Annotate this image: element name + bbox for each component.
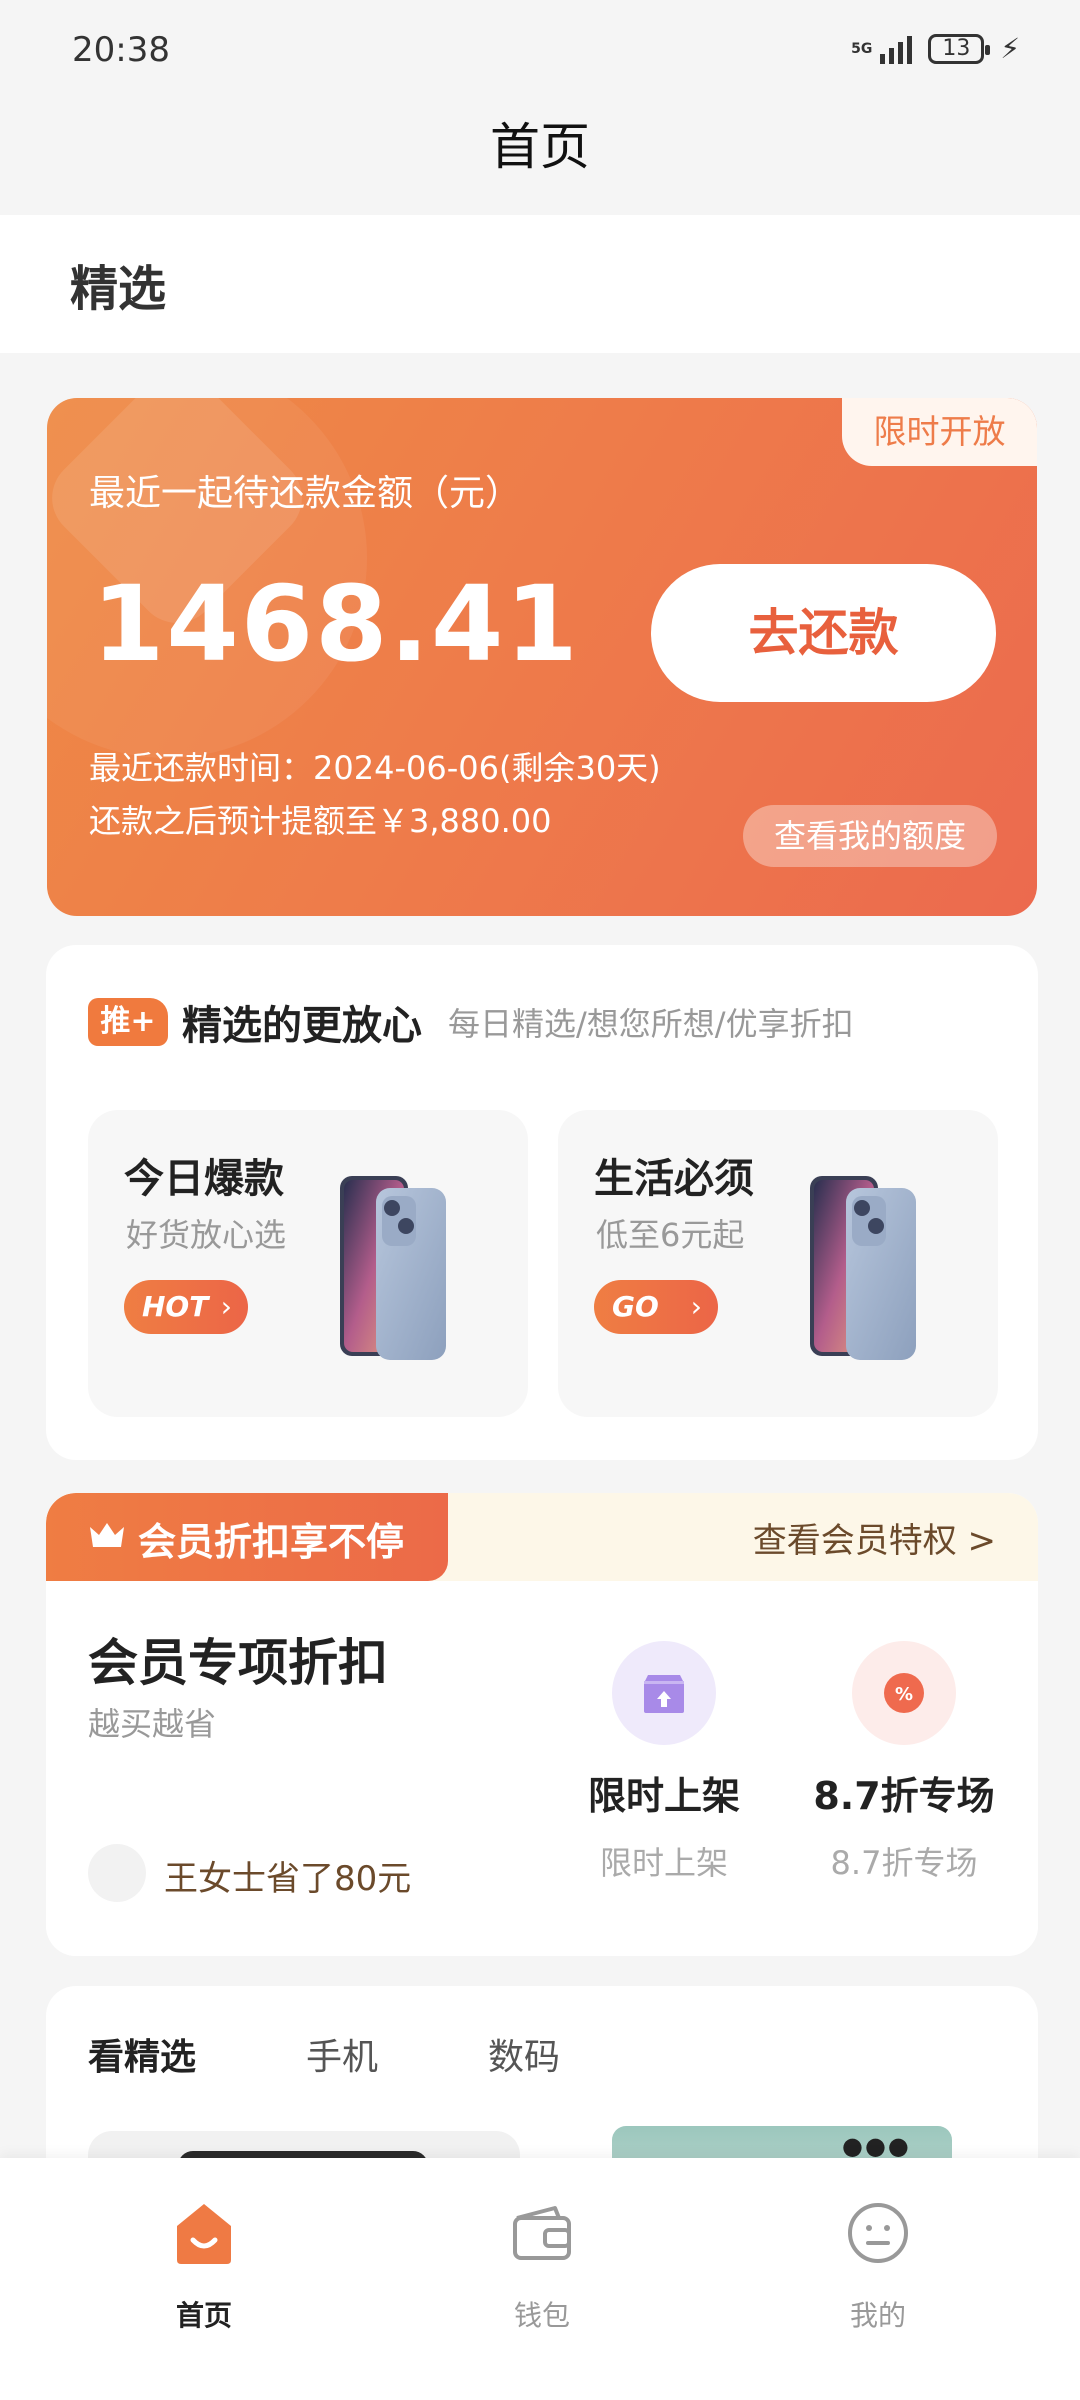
member-discount-title: 会员专项折扣 <box>88 1634 388 1692</box>
title-bar: 首页 <box>0 100 1080 215</box>
wallet-icon <box>513 2206 571 2260</box>
pick-item-life[interactable]: 生活必须 低至6元起 GO › <box>558 1110 998 1417</box>
browse-tabs: 看精选 手机 数码 <box>88 2028 560 2080</box>
recommend-badge: 推+ <box>88 998 168 1046</box>
svg-text:%: % <box>895 1684 913 1705</box>
chevron-right-icon: › <box>220 1290 232 1323</box>
upload-icon <box>612 1641 716 1745</box>
pick-item-subtitle: 好货放心选 <box>126 1216 287 1254</box>
hot-button[interactable]: HOT › <box>124 1280 248 1334</box>
repay-amount: 1468.41 <box>92 563 580 685</box>
page-title: 首页 <box>490 118 590 176</box>
nav-item-profile[interactable]: 我的 <box>798 2198 958 2334</box>
camera-dots: ●●● <box>842 2132 911 2160</box>
bottom-nav: 首页 钱包 我的 <box>0 2158 1080 2400</box>
crown-icon <box>90 1523 124 1547</box>
picks-header: 推+ 精选的更放心 每日精选/想您所想/优享折扣 <box>88 993 854 1051</box>
member-discount-subtitle: 越买越省 <box>88 1705 217 1743</box>
status-icons: 5G 13 ⚡ <box>851 32 1020 65</box>
repay-due-date: 最近还款时间：2024-06-06(剩余30天) <box>89 749 661 787</box>
picks-subtitle: 每日精选/想您所想/优享折扣 <box>448 1005 854 1043</box>
nav-item-home[interactable]: 首页 <box>124 2198 284 2334</box>
discount-icon: % <box>852 1641 956 1745</box>
nav-label: 首页 <box>175 2299 232 2332</box>
repay-button[interactable]: 去还款 <box>651 564 996 702</box>
feature-subtitle: 8.7折专场 <box>830 1844 978 1882</box>
section-header: 精选 <box>0 215 1080 353</box>
pill-label: HOT <box>142 1290 209 1323</box>
phone-image <box>810 1176 916 1360</box>
tab-featured[interactable]: 看精选 <box>88 2028 196 2080</box>
view-member-privileges-link[interactable]: 查看会员特权 > <box>753 1513 996 1562</box>
view-quota-button[interactable]: 查看我的额度 <box>743 805 997 867</box>
repayment-card: 限时开放 最近一起待还款金额（元） 1468.41 去还款 最近还款时间：202… <box>47 398 1037 916</box>
pick-item-title: 生活必须 <box>594 1156 754 1202</box>
feature-limited-listing[interactable]: 限时上架 限时上架 <box>564 1641 764 1884</box>
home-icon <box>177 2204 231 2264</box>
repay-amount-label: 最近一起待还款金额（元） <box>89 473 522 514</box>
tab-phones[interactable]: 手机 <box>306 2028 378 2080</box>
picks-title: 精选的更放心 <box>182 1003 422 1049</box>
member-tag: 会员折扣享不停 <box>46 1493 448 1581</box>
pick-item-title: 今日爆款 <box>124 1156 284 1202</box>
nav-label: 我的 <box>849 2299 906 2332</box>
picks-card: 推+ 精选的更放心 每日精选/想您所想/优享折扣 今日爆款 好货放心选 HOT … <box>46 945 1038 1460</box>
tab-digital[interactable]: 数码 <box>488 2028 560 2080</box>
network-type: 5G <box>851 40 873 57</box>
feature-subtitle: 限时上架 <box>599 1844 728 1882</box>
section-title: 精选 <box>70 261 167 317</box>
signal-icon <box>880 34 913 64</box>
nav-item-wallet[interactable]: 钱包 <box>462 2198 622 2334</box>
feature-discount-zone[interactable]: % 8.7折专场 8.7折专场 <box>804 1641 1004 1884</box>
repay-quota-info: 还款之后预计提额至￥3,880.00 <box>89 802 552 840</box>
avatar <box>88 1844 146 1902</box>
feature-title: 8.7折专场 <box>813 1774 995 1818</box>
profile-icon <box>848 2203 908 2263</box>
limited-open-tag: 限时开放 <box>842 398 1037 466</box>
phone-image <box>340 1176 446 1360</box>
status-bar: 20:38 5G 13 ⚡ <box>0 0 1080 100</box>
savings-message: 王女士省了80元 <box>164 1859 412 1899</box>
pick-item-subtitle: 低至6元起 <box>596 1216 745 1254</box>
member-card: 会员折扣享不停 查看会员特权 > 会员专项折扣 越买越省 王女士省了80元 限时… <box>46 1493 1038 1956</box>
pill-label: GO <box>612 1290 659 1323</box>
member-tag-label: 会员折扣享不停 <box>138 1520 405 1564</box>
go-button[interactable]: GO › <box>594 1280 718 1334</box>
member-body: 会员专项折扣 越买越省 王女士省了80元 限时上架 限时上架 % 8.7折专场 … <box>46 1581 1038 1956</box>
nav-label: 钱包 <box>513 2299 570 2332</box>
status-time: 20:38 <box>72 30 170 70</box>
chevron-right-icon: › <box>690 1290 702 1323</box>
battery-icon: 13 <box>928 33 991 64</box>
charging-icon: ⚡ <box>1000 32 1020 65</box>
feature-title: 限时上架 <box>587 1774 740 1818</box>
pick-item-hot[interactable]: 今日爆款 好货放心选 HOT › <box>88 1110 528 1417</box>
